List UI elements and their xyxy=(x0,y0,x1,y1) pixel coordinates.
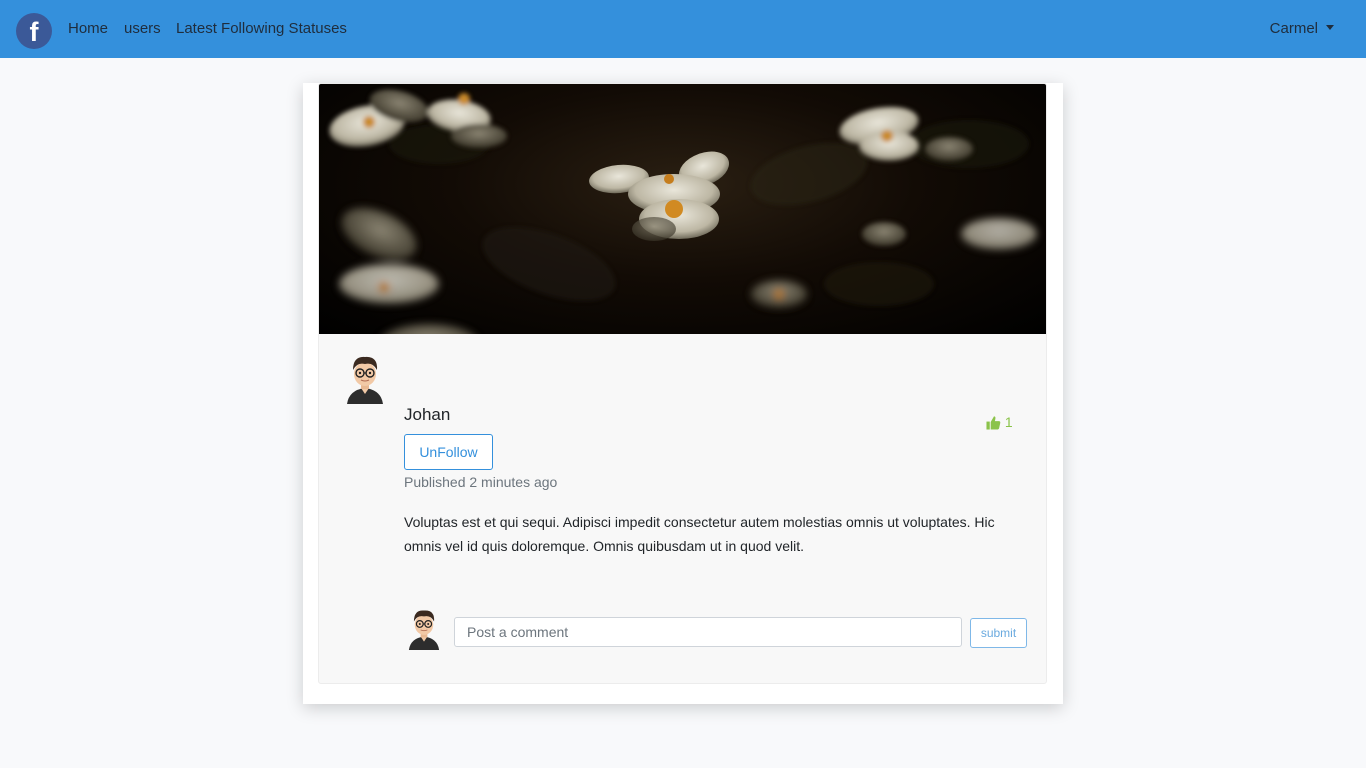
logo-letter: f xyxy=(29,17,39,47)
comment-input[interactable] xyxy=(454,617,962,647)
facebook-logo-icon[interactable]: f xyxy=(16,13,52,49)
comment-submit-button[interactable]: submit xyxy=(970,618,1027,648)
post-card: Johan UnFollow Published 2 minutes ago 1… xyxy=(318,83,1047,684)
author-avatar[interactable] xyxy=(345,352,385,404)
post-container: Johan UnFollow Published 2 minutes ago 1… xyxy=(303,83,1063,704)
top-navbar: f Home users Latest Following Statuses C… xyxy=(0,0,1366,58)
published-timestamp: Published 2 minutes ago xyxy=(404,474,558,490)
user-menu-dropdown[interactable]: Carmel xyxy=(1270,20,1334,38)
like-count: 1 xyxy=(1004,414,1013,430)
post-body: Voluptas est et qui sequi. Adipisci impe… xyxy=(404,514,995,554)
user-name: Carmel xyxy=(1269,20,1318,37)
thumbs-up-icon xyxy=(986,416,1001,430)
commenter-avatar xyxy=(407,608,441,650)
unfollow-button[interactable]: UnFollow xyxy=(404,434,493,470)
nav-link-home[interactable]: Home xyxy=(68,20,108,38)
author-name[interactable]: Johan xyxy=(404,405,450,425)
nav-link-latest-following-statuses[interactable]: Latest Following Statuses xyxy=(176,20,347,38)
like-button[interactable]: 1 xyxy=(986,413,1013,431)
nav-link-users[interactable]: users xyxy=(124,20,161,38)
caret-down-icon xyxy=(1326,25,1334,30)
post-cover-image xyxy=(319,84,1046,334)
flower-photo-image xyxy=(329,89,1037,334)
